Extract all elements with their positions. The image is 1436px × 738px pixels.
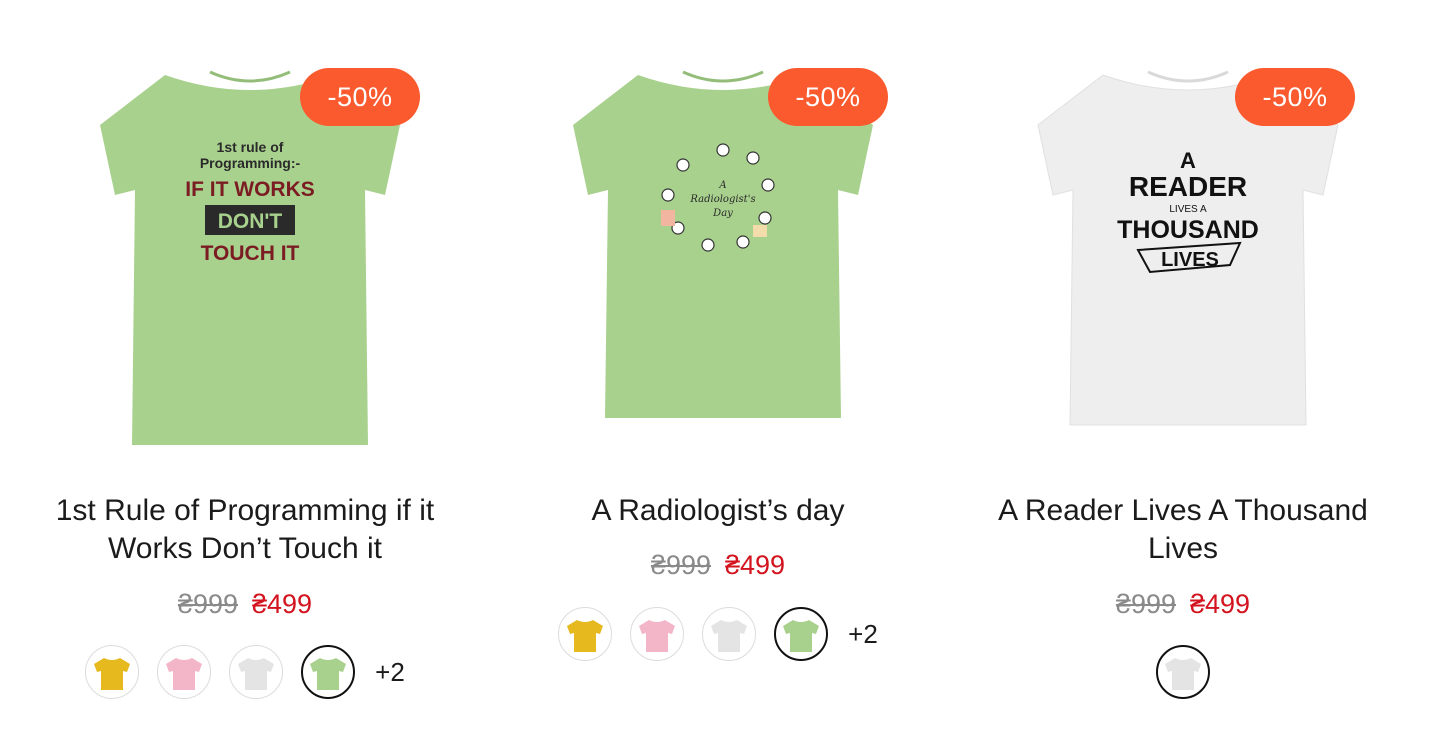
tshirt-icon bbox=[639, 620, 676, 652]
product-title[interactable]: A Reader Lives A Thousand Lives bbox=[968, 492, 1398, 568]
tshirt-icon bbox=[711, 620, 748, 652]
print-line-4: DON'T bbox=[218, 210, 283, 233]
original-price: ₴999 bbox=[177, 589, 238, 619]
swatch-pink[interactable] bbox=[630, 607, 685, 661]
print-line-1: A bbox=[1180, 148, 1196, 173]
tshirt-icon bbox=[166, 658, 203, 690]
discount-badge: -50% bbox=[1235, 68, 1355, 126]
product-card[interactable]: A Radiologist's Day -50% A Radiologist’s… bbox=[483, 0, 953, 738]
color-swatches: +2 bbox=[10, 645, 480, 699]
swatch-yellow[interactable] bbox=[558, 607, 613, 661]
swatch-white[interactable] bbox=[702, 607, 757, 661]
swatch-yellow[interactable] bbox=[85, 645, 140, 699]
print-line-4: THOUSAND bbox=[1117, 216, 1259, 244]
print-line-2: Radiologist's bbox=[689, 194, 755, 205]
tshirt-icon bbox=[567, 620, 604, 652]
swatch-white[interactable] bbox=[1156, 645, 1210, 699]
product-card[interactable]: 1st rule of Programming:- IF IT WORKS DO… bbox=[10, 0, 480, 738]
print-line-1: A bbox=[718, 180, 726, 191]
discount-badge: -50% bbox=[300, 68, 420, 126]
sale-price: ₴499 bbox=[725, 550, 786, 580]
print-line-5: TOUCH IT bbox=[201, 242, 300, 265]
color-swatches bbox=[948, 645, 1418, 699]
print-line-2: READER bbox=[1129, 171, 1247, 202]
tshirt-icon bbox=[783, 620, 820, 652]
swatch-white[interactable] bbox=[229, 645, 284, 699]
product-title[interactable]: 1st Rule of Programming if it Works Don’… bbox=[30, 492, 460, 568]
color-swatches: +2 bbox=[483, 607, 953, 661]
sale-price: ₴499 bbox=[1190, 589, 1251, 619]
sale-price: ₴499 bbox=[252, 589, 313, 619]
tshirt-icon bbox=[238, 658, 275, 690]
original-price: ₴999 bbox=[1115, 589, 1176, 619]
original-price: ₴999 bbox=[650, 550, 711, 580]
more-colors-count[interactable]: +2 bbox=[375, 657, 405, 688]
price-row: ₴999 ₴499 bbox=[10, 589, 480, 620]
print-line-3: IF IT WORKS bbox=[185, 178, 315, 201]
more-colors-count[interactable]: +2 bbox=[848, 619, 878, 650]
tshirt-icon bbox=[310, 658, 347, 690]
price-row: ₴999 ₴499 bbox=[948, 589, 1418, 620]
discount-badge: -50% bbox=[768, 68, 888, 126]
product-card[interactable]: A READER LIVES A THOUSAND LIVES -50% A R… bbox=[948, 0, 1418, 738]
tshirt-icon bbox=[94, 658, 131, 690]
print-line-1: 1st rule of bbox=[217, 139, 284, 155]
swatch-green[interactable] bbox=[301, 645, 356, 699]
swatch-green[interactable] bbox=[774, 607, 829, 661]
print-line-2: Programming:- bbox=[200, 155, 301, 171]
print-line-3: Day bbox=[712, 208, 733, 219]
product-title[interactable]: A Radiologist’s day bbox=[503, 492, 933, 530]
print-line-5: LIVES bbox=[1161, 249, 1219, 271]
tshirt-icon bbox=[1165, 658, 1201, 690]
swatch-pink[interactable] bbox=[157, 645, 212, 699]
price-row: ₴999 ₴499 bbox=[483, 550, 953, 581]
print-line-3: LIVES A bbox=[1169, 204, 1207, 215]
